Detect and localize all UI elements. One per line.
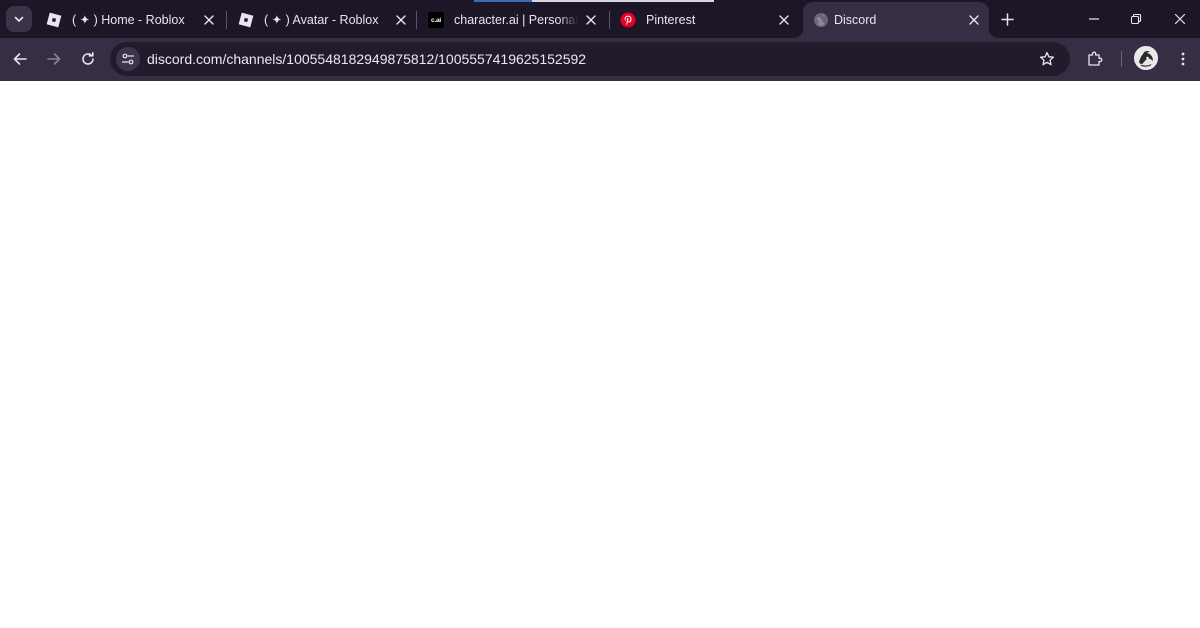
close-icon [1174,13,1186,25]
tab-pinterest[interactable]: Pinterest [610,2,800,38]
tab-search-button[interactable] [6,6,32,32]
page-content [0,81,1200,628]
plus-icon [1000,12,1014,26]
favicon-text: c.ai [430,16,442,24]
extensions-button[interactable] [1082,46,1108,72]
tab-character-ai[interactable]: c.ai character.ai | Personalized [418,2,606,38]
url-text: discord.com/channels/1005548182949875812… [147,51,587,67]
more-vert-icon [1181,52,1185,66]
character-ai-icon: c.ai [428,12,444,28]
reload-button[interactable] [75,46,101,72]
tab-title: ( ✦ ) Home - Roblox [72,13,185,27]
minimize-button[interactable] [1080,6,1108,32]
tab-title: Discord [834,13,877,27]
site-info-button[interactable] [116,47,140,71]
star-icon [1039,51,1055,66]
reload-icon [82,52,94,65]
tune-icon [121,53,135,65]
chevron-down-icon [14,16,24,22]
roblox-icon [46,12,62,28]
tab-separator [416,11,417,29]
tab-roblox-avatar[interactable]: ( ✦ ) Avatar - Roblox [228,2,416,38]
pinterest-icon [620,12,636,28]
tab-strip: ( ✦ ) Home - Roblox ( ✦ ) Avatar - Roblo… [0,0,1200,38]
tab-separator [226,11,227,29]
browser-toolbar: discord.com/channels/1005548182949875812… [0,38,1200,81]
tab-title: ( ✦ ) Avatar - Roblox [264,13,379,27]
tab-discord[interactable]: Discord [793,2,999,38]
restore-button[interactable] [1122,6,1150,32]
puzzle-icon [1088,51,1103,66]
globe-icon [813,12,829,28]
arrow-left-icon [13,53,27,65]
tab-title: Pinterest [646,13,696,27]
close-icon[interactable] [201,12,217,28]
tab-roblox-home[interactable]: ( ✦ ) Home - Roblox [36,2,224,38]
bookmark-button[interactable] [1038,50,1056,68]
close-window-button[interactable] [1166,6,1194,32]
profile-avatar[interactable] [1134,46,1158,70]
forward-button[interactable] [41,46,67,72]
browser-menu-button[interactable] [1170,46,1196,72]
address-bar[interactable]: discord.com/channels/1005548182949875812… [110,42,1070,76]
arrow-right-icon [47,53,61,65]
close-icon[interactable] [776,12,792,28]
new-tab-button[interactable] [996,8,1018,30]
tab-title: character.ai | Personalized [454,13,578,27]
close-icon[interactable] [966,12,982,28]
roblox-icon [238,12,254,28]
close-icon[interactable] [393,12,409,28]
minimize-icon [1089,18,1099,20]
close-icon[interactable] [583,12,599,28]
toolbar-separator [1121,51,1122,67]
back-button[interactable] [7,46,33,72]
profile-picture-icon [1135,47,1157,69]
restore-icon [1130,13,1142,25]
